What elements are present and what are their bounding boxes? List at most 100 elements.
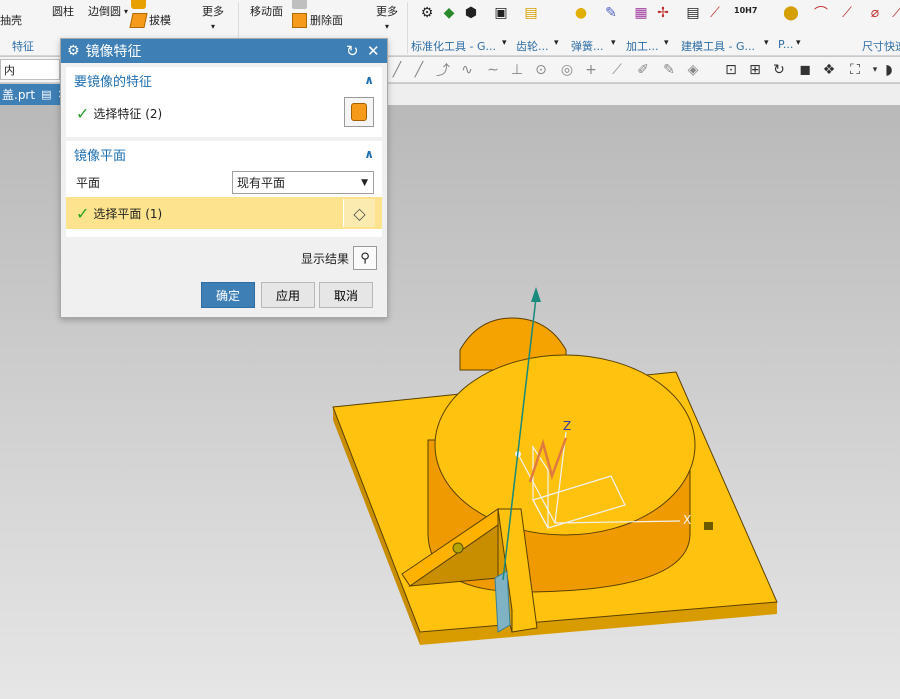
curve-snap-icon[interactable]: ⤴ <box>434 61 452 79</box>
file-tab-label: 盖.prt <box>2 88 36 102</box>
more-button-2[interactable]: 更多 <box>376 3 398 19</box>
coins-icon[interactable]: ⬤ <box>782 4 800 22</box>
notepad-icon[interactable]: ▤ <box>684 4 702 22</box>
tolerance-icon[interactable]: 10H7 <box>734 6 757 15</box>
collapse-icon[interactable]: ∧ <box>364 73 374 87</box>
bounded-snap-icon[interactable]: ✎ <box>660 61 678 79</box>
feature-select-icon <box>351 103 367 121</box>
more-chevron-2-icon[interactable]: ▾ <box>385 22 389 31</box>
group-label-gear[interactable]: 齿轮... <box>516 38 549 54</box>
plane-snap-icon[interactable]: ◈ <box>684 61 702 79</box>
shape-icon[interactable]: ◗ <box>880 61 898 79</box>
dropdown-chevron-icon[interactable]: ▾ <box>764 38 769 48</box>
center-snap-icon[interactable]: ⊙ <box>532 61 550 79</box>
cancel-button[interactable]: 取消 <box>319 282 373 308</box>
plane-type-row: 平面 现有平面 ▼ <box>66 167 382 197</box>
spring-icon[interactable]: ● <box>572 4 590 22</box>
dropdown-chevron-icon[interactable]: ▾ <box>502 38 507 48</box>
move-face-button[interactable]: 移动面 <box>250 3 283 19</box>
tangent-snap-icon[interactable]: ⟋ <box>608 61 626 79</box>
ok-button[interactable]: 确定 <box>201 282 255 308</box>
group-label-p[interactable]: P... <box>778 38 793 51</box>
bolt-icon[interactable]: ◆ <box>440 4 458 22</box>
fit-view-icon[interactable]: ⊡ <box>722 61 740 79</box>
type-filter-select[interactable]: 内 <box>0 59 60 80</box>
dimension-icon[interactable]: ⟋ <box>706 4 724 22</box>
edge-blend-button[interactable]: 边倒圆 ▾ <box>88 3 128 19</box>
diameter-icon[interactable]: ⌀ <box>866 4 884 22</box>
cylinder-button[interactable]: 圆柱 <box>52 3 74 19</box>
show-result-button[interactable]: ⚲ <box>353 246 378 270</box>
more-chevron-1-icon[interactable]: ▾ <box>211 22 215 31</box>
reset-icon[interactable]: ↻ <box>346 42 359 60</box>
group-label-dimension: 尺寸快速 <box>862 40 900 53</box>
delete-face-button[interactable]: 删除面 <box>292 12 343 28</box>
type-filter-value: 内 <box>4 64 15 77</box>
rotate-icon[interactable]: ↻ <box>770 61 788 79</box>
line-icon[interactable]: ⟋ <box>838 4 856 22</box>
dialog-title-bar[interactable]: ⚙ 镜像特征 ↻ ✕ <box>61 39 387 63</box>
collapse-icon[interactable]: ∧ <box>364 147 374 161</box>
magnifier-icon: ⚲ <box>360 250 370 266</box>
spline-snap-icon[interactable]: ∿ <box>458 61 476 79</box>
pan-icon[interactable]: ⊞ <box>746 61 764 79</box>
point-marker[interactable] <box>452 542 464 554</box>
nut-icon[interactable]: ⬢ <box>462 4 480 22</box>
file-tab[interactable]: 盖.prt ▤ ✕ <box>0 84 67 105</box>
group-label-modeling-tools[interactable]: 建模工具 - G... <box>681 38 755 54</box>
tolerance-label: 10H7 <box>734 6 758 15</box>
select-feature-button[interactable] <box>344 97 374 127</box>
point-snap-icon[interactable]: + <box>582 61 600 79</box>
line-snap-icon[interactable]: ╱ <box>388 61 406 79</box>
group-label-standard-tools[interactable]: 标准化工具 - G... <box>411 38 496 54</box>
curve-icon[interactable]: ⌒ <box>812 4 830 22</box>
select-features-row[interactable]: ✓ 选择特征 (2) <box>66 93 382 133</box>
features-section-title: 要镜像的特征 <box>74 74 153 90</box>
face-tool-button-top[interactable] <box>292 0 307 9</box>
group-label-features: 特征 <box>12 40 34 53</box>
draft-button-top[interactable] <box>131 0 146 9</box>
cylinder-label: 圆柱 <box>52 5 74 18</box>
shaded-icon[interactable]: ◼ <box>796 61 814 79</box>
intersection-snap-icon[interactable]: ⊥ <box>508 61 526 79</box>
dropdown-chevron-icon[interactable]: ▾ <box>796 38 801 48</box>
apply-button[interactable]: 应用 <box>261 282 315 308</box>
mirror-plane-section-title: 镜像平面 <box>74 148 127 164</box>
group-label-spring[interactable]: 弹簧... <box>571 38 604 54</box>
spline-snap-icon[interactable]: ∼ <box>484 61 502 79</box>
quadrant-snap-icon[interactable]: ◎ <box>558 61 576 79</box>
dialog-title: 镜像特征 <box>85 44 142 60</box>
chart-icon[interactable]: ▤ <box>522 4 540 22</box>
mirror-plane-section: 镜像平面 ∧ 平面 现有平面 ▼ ✓ 选择平面 (1) ◇ <box>66 141 382 237</box>
shell-button[interactable]: 抽壳 <box>0 12 22 28</box>
edge-blend-label: 边倒圆 <box>88 5 121 18</box>
face-snap-icon[interactable]: ✐ <box>634 61 652 79</box>
plane-type-select[interactable]: 现有平面 ▼ <box>232 171 374 194</box>
mirror-plane-section-header[interactable]: 镜像平面 ∧ <box>66 141 382 167</box>
hole-marker[interactable] <box>704 522 713 530</box>
orient-view-icon[interactable]: ⛶ <box>846 61 864 79</box>
dropdown-chevron-icon[interactable]: ▾ <box>664 38 669 48</box>
group-label-machining[interactable]: 加工... <box>626 38 659 54</box>
select-plane-row[interactable]: ✓ 选择平面 (1) ◇ <box>66 197 382 229</box>
draft-button[interactable]: 拔模 <box>129 12 171 28</box>
render-style-icon[interactable]: ❖ <box>820 61 838 79</box>
axis-z-label: Z <box>563 419 571 433</box>
select-plane-button[interactable]: ◇ <box>343 199 375 227</box>
close-icon[interactable]: ✕ <box>367 42 380 60</box>
dropdown-chevron-icon[interactable]: ▾ <box>611 38 616 48</box>
mirror-plane[interactable] <box>494 570 511 633</box>
frame-icon[interactable]: ▣ <box>492 4 510 22</box>
gear-tool-icon[interactable]: ⚙ <box>418 4 436 22</box>
plane-type-value: 现有平面 <box>237 176 286 190</box>
more-button-1[interactable]: 更多 <box>202 3 224 19</box>
line-snap-icon[interactable]: ╱ <box>410 61 428 79</box>
ribbon-divider <box>407 2 408 54</box>
features-section-header[interactable]: 要镜像的特征 ∧ <box>66 67 382 93</box>
axes-icon[interactable]: ✢ <box>654 4 672 22</box>
dropdown-chevron-icon[interactable]: ▾ <box>554 38 559 48</box>
wrench-icon[interactable]: ✎ <box>602 4 620 22</box>
cube-grid-icon[interactable]: ▦ <box>632 4 650 22</box>
normal-arrowhead-icon <box>531 287 541 302</box>
arc-icon[interactable]: ⟋ <box>888 4 900 22</box>
